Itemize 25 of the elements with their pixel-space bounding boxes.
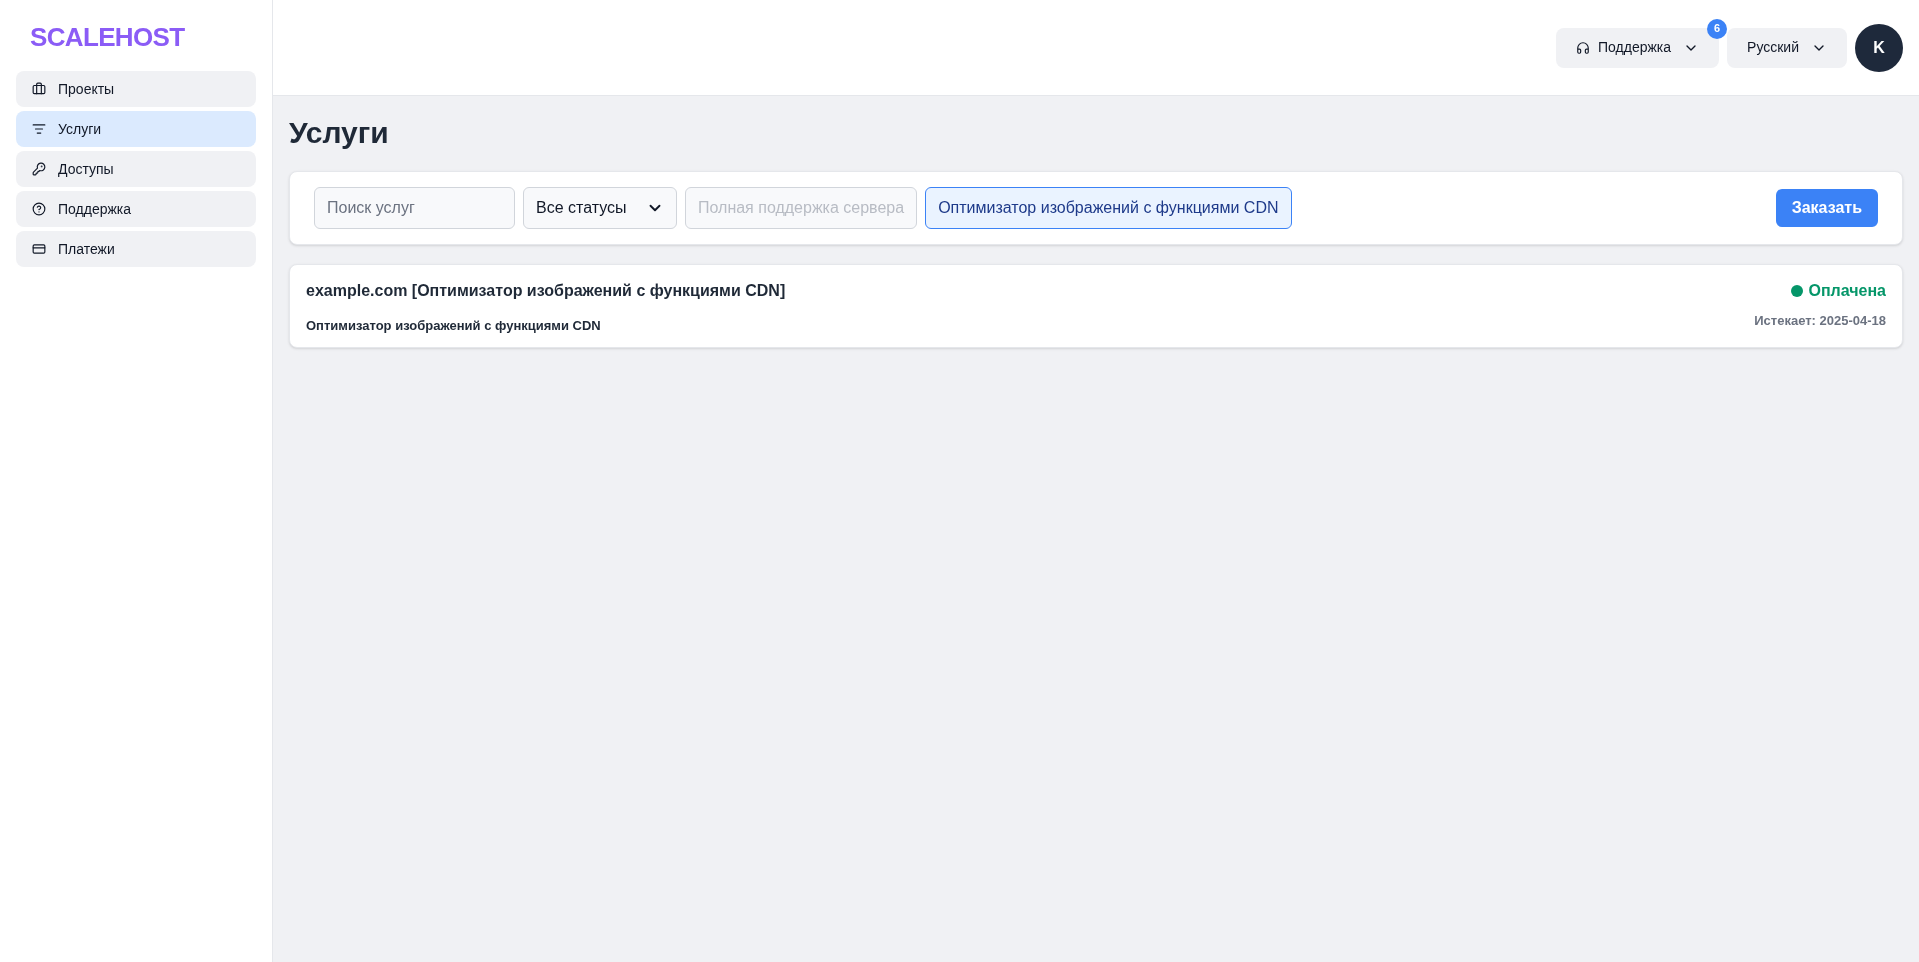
order-button[interactable]: Заказать [1775,188,1878,227]
sidebar-item[interactable]: Платежи [16,231,256,267]
sidebar-item[interactable]: Услуги [16,111,256,147]
service-card[interactable]: example.com [Оптимизатор изображений с функциями CDN] Оптимизатор изображений с функциями CDN Оплачена Истекает: 2025-04-18 [289,263,1903,348]
service-filter-option[interactable]: Оптимизатор изображений с функциями CDN [925,186,1292,229]
status-select[interactable]: Все статусы [523,186,677,229]
service-title: example.com [Оптимизатор изображений с функциями CDN] [306,280,786,301]
sidebar-item[interactable]: Доступы [16,151,256,187]
key-icon [32,162,46,176]
sidebar-item[interactable]: Проекты [16,71,256,107]
page-title: Услуги [289,115,389,151]
expiry-date: Истекает: 2025-04-18 [1754,311,1886,330]
logo: SCALEHOST [29,24,185,52]
briefcase-icon [32,82,46,96]
search-field[interactable]: Поиск услуг [314,186,515,229]
language-dropdown[interactable]: Русский [1727,27,1847,68]
card-icon [32,242,46,256]
status-label: Оплачена [1808,280,1886,301]
user-avatar[interactable]: K [1855,23,1903,72]
help-icon [32,202,46,216]
list-icon [32,122,46,136]
headphones-icon [1576,40,1590,55]
sidebar-item[interactable]: Поддержка [16,191,256,227]
service-subtitle: Оптимизатор изображений с функциями CDN [306,316,602,335]
notification-badge: 6 [1707,18,1728,39]
